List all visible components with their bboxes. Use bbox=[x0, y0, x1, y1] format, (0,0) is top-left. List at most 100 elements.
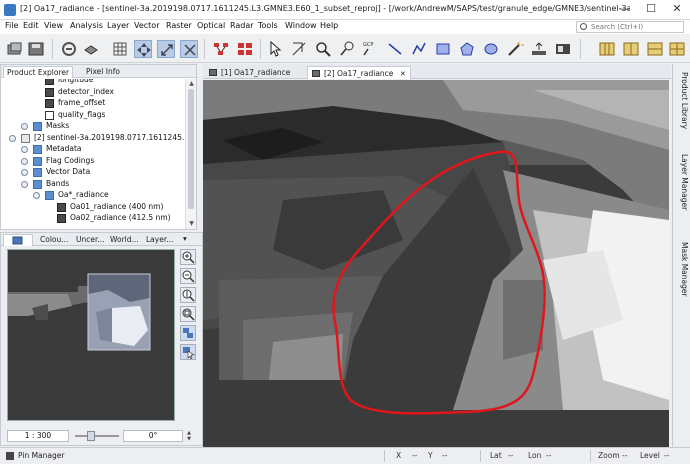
navigation-panel: Colou... Uncer... World... Layer... ▾ 1 … bbox=[0, 232, 203, 446]
menu-vector[interactable]: Vector bbox=[134, 21, 160, 30]
tile-single-icon[interactable] bbox=[668, 40, 686, 58]
zoom-out-icon[interactable] bbox=[180, 268, 196, 284]
menu-analysis[interactable]: Analysis bbox=[70, 21, 103, 30]
tab-layer-manager[interactable]: Layer Manager bbox=[675, 154, 689, 210]
tree-expand-toggle-icon[interactable] bbox=[21, 123, 28, 130]
tree-expand-toggle-icon[interactable] bbox=[21, 157, 28, 165]
tree-item-label: Bands bbox=[46, 178, 70, 188]
menu-layer[interactable]: Layer bbox=[107, 21, 129, 30]
tab-image-view-2-label: [2] Oa17_radiance bbox=[324, 69, 394, 78]
right-panel-strip: Product Library Layer Manager Mask Manag… bbox=[672, 64, 690, 447]
tool-window-tabs: Colou... Uncer... World... Layer... ▾ bbox=[1, 233, 202, 246]
mask-edit-icon[interactable] bbox=[554, 40, 572, 58]
scale-field[interactable]: 1 : 300 bbox=[7, 430, 69, 442]
tile-vertical-icon[interactable] bbox=[646, 40, 664, 58]
tree-expand-toggle-icon[interactable] bbox=[21, 169, 28, 176]
menu-tools[interactable]: Tools bbox=[258, 21, 278, 30]
draw-rectangle-icon[interactable] bbox=[434, 40, 452, 58]
pan-tool-icon[interactable] bbox=[134, 40, 152, 58]
status-zoom-label: Zoom bbox=[598, 451, 620, 460]
sync-views-icon[interactable] bbox=[180, 325, 196, 341]
tab-world-view[interactable]: World... bbox=[107, 234, 142, 246]
sync-cursor-nav-icon[interactable] bbox=[180, 344, 196, 360]
tab-menu-chevron-icon[interactable]: ▾ bbox=[181, 234, 189, 246]
search-input[interactable] bbox=[591, 22, 683, 32]
tab-image-view-1[interactable]: [1] Oa17_radiance bbox=[205, 66, 294, 79]
maximize-button[interactable]: ☐ bbox=[640, 1, 662, 17]
tree-item-label: Oa01_radiance (400 nm) bbox=[70, 201, 164, 211]
scrollbar-thumb[interactable] bbox=[188, 89, 194, 209]
zoom-icon[interactable] bbox=[314, 40, 332, 58]
tab-colour-manipulation[interactable]: Colou... bbox=[37, 234, 71, 246]
tab-layer-editor[interactable]: Layer... bbox=[143, 234, 176, 246]
session-icon[interactable] bbox=[60, 40, 78, 58]
save-product-icon[interactable] bbox=[27, 40, 45, 58]
draw-ellipse-icon[interactable] bbox=[482, 40, 500, 58]
draw-polygon-icon[interactable] bbox=[458, 40, 476, 58]
pin-manager-tab[interactable]: Pin Manager bbox=[4, 451, 64, 463]
menu-radar[interactable]: Radar bbox=[230, 21, 254, 30]
pin-icon bbox=[6, 452, 14, 460]
tree-expand-toggle-icon[interactable] bbox=[9, 134, 16, 142]
menu-file[interactable]: File bbox=[5, 21, 18, 30]
menu-view[interactable]: View bbox=[44, 21, 63, 30]
menu-help[interactable]: Help bbox=[320, 21, 338, 30]
sync-cursor-icon[interactable] bbox=[180, 40, 198, 58]
product-explorer-tabs: Product Explorer Pixel Info bbox=[1, 65, 196, 78]
tree-expand-toggle-icon[interactable] bbox=[21, 146, 28, 153]
tab-product-library[interactable]: Product Library bbox=[675, 72, 689, 129]
display-info-icon[interactable] bbox=[530, 40, 548, 58]
minimize-button[interactable]: — bbox=[614, 1, 636, 17]
menu-edit[interactable]: Edit bbox=[23, 21, 39, 30]
pin-placing-icon[interactable] bbox=[338, 40, 356, 58]
close-button[interactable]: ✕ bbox=[666, 1, 688, 17]
tab-product-explorer[interactable]: Product Explorer bbox=[3, 66, 74, 78]
zoom-all-icon[interactable] bbox=[180, 306, 196, 322]
menu-window[interactable]: Window bbox=[285, 21, 317, 30]
batch-processing-icon[interactable] bbox=[236, 40, 254, 58]
menu-raster[interactable]: Raster bbox=[166, 21, 192, 30]
rotation-field[interactable]: 0° bbox=[123, 430, 183, 442]
draw-line-icon[interactable] bbox=[386, 40, 404, 58]
document-tabs: [1] Oa17_radiance [2] Oa17_radiance ✕ bbox=[203, 64, 671, 79]
select-tool-icon[interactable] bbox=[266, 40, 284, 58]
tab-image-view-2[interactable]: [2] Oa17_radiance ✕ bbox=[307, 66, 411, 79]
rotation-spinner-icon[interactable]: ▲ ▼ bbox=[185, 430, 193, 442]
zoom-actual-icon[interactable] bbox=[180, 287, 196, 303]
zoom-tool-icon[interactable] bbox=[157, 40, 175, 58]
scroll-up-icon[interactable]: ▲ bbox=[187, 79, 196, 88]
tree-item-label: Oa02_radiance (412.5 nm) bbox=[70, 213, 171, 222]
tab-navigation[interactable] bbox=[3, 234, 33, 246]
tile-evenly-icon[interactable] bbox=[598, 40, 616, 58]
navigation-overview-image[interactable] bbox=[7, 249, 175, 421]
scroll-down-icon[interactable]: ▼ bbox=[187, 219, 196, 228]
tree-scrollbar[interactable]: ▲ ▼ bbox=[185, 79, 196, 229]
tile-horizontal-icon[interactable] bbox=[622, 40, 640, 58]
pin-manager-label: Pin Manager bbox=[18, 451, 65, 460]
folder-icon bbox=[33, 168, 42, 177]
image-view-canvas[interactable] bbox=[203, 80, 669, 447]
tab-pixel-info[interactable]: Pixel Info bbox=[83, 66, 123, 78]
menu-optical[interactable]: Optical bbox=[197, 21, 225, 30]
zoom-in-icon[interactable] bbox=[180, 249, 196, 265]
tab-uncertainty[interactable]: Uncer... bbox=[73, 234, 108, 246]
range-finder-icon[interactable] bbox=[290, 40, 308, 58]
tab-mask-manager[interactable]: Mask Manager bbox=[675, 242, 689, 297]
zoom-slider-handle[interactable] bbox=[87, 431, 95, 441]
flag-icon bbox=[45, 110, 54, 120]
layer-icon[interactable] bbox=[82, 40, 100, 58]
gcp-placing-icon[interactable]: GCP bbox=[362, 40, 380, 58]
tree-item-label: longitude bbox=[58, 79, 94, 84]
open-product-icon[interactable] bbox=[6, 40, 24, 58]
grid-icon[interactable] bbox=[111, 40, 129, 58]
tree-expand-toggle-icon[interactable] bbox=[33, 192, 40, 199]
magic-wand-icon[interactable] bbox=[506, 40, 524, 58]
close-tab-icon[interactable]: ✕ bbox=[400, 70, 406, 78]
zoom-slider-track[interactable] bbox=[75, 435, 119, 437]
draw-polyline-icon[interactable] bbox=[410, 40, 428, 58]
product-tree: longitude detector_index frame_offset quali… bbox=[1, 79, 185, 229]
status-lat-value: -- bbox=[508, 451, 514, 460]
app-icon bbox=[4, 4, 16, 16]
graph-builder-icon[interactable] bbox=[212, 40, 230, 58]
tree-expand-toggle-icon[interactable] bbox=[21, 180, 28, 188]
